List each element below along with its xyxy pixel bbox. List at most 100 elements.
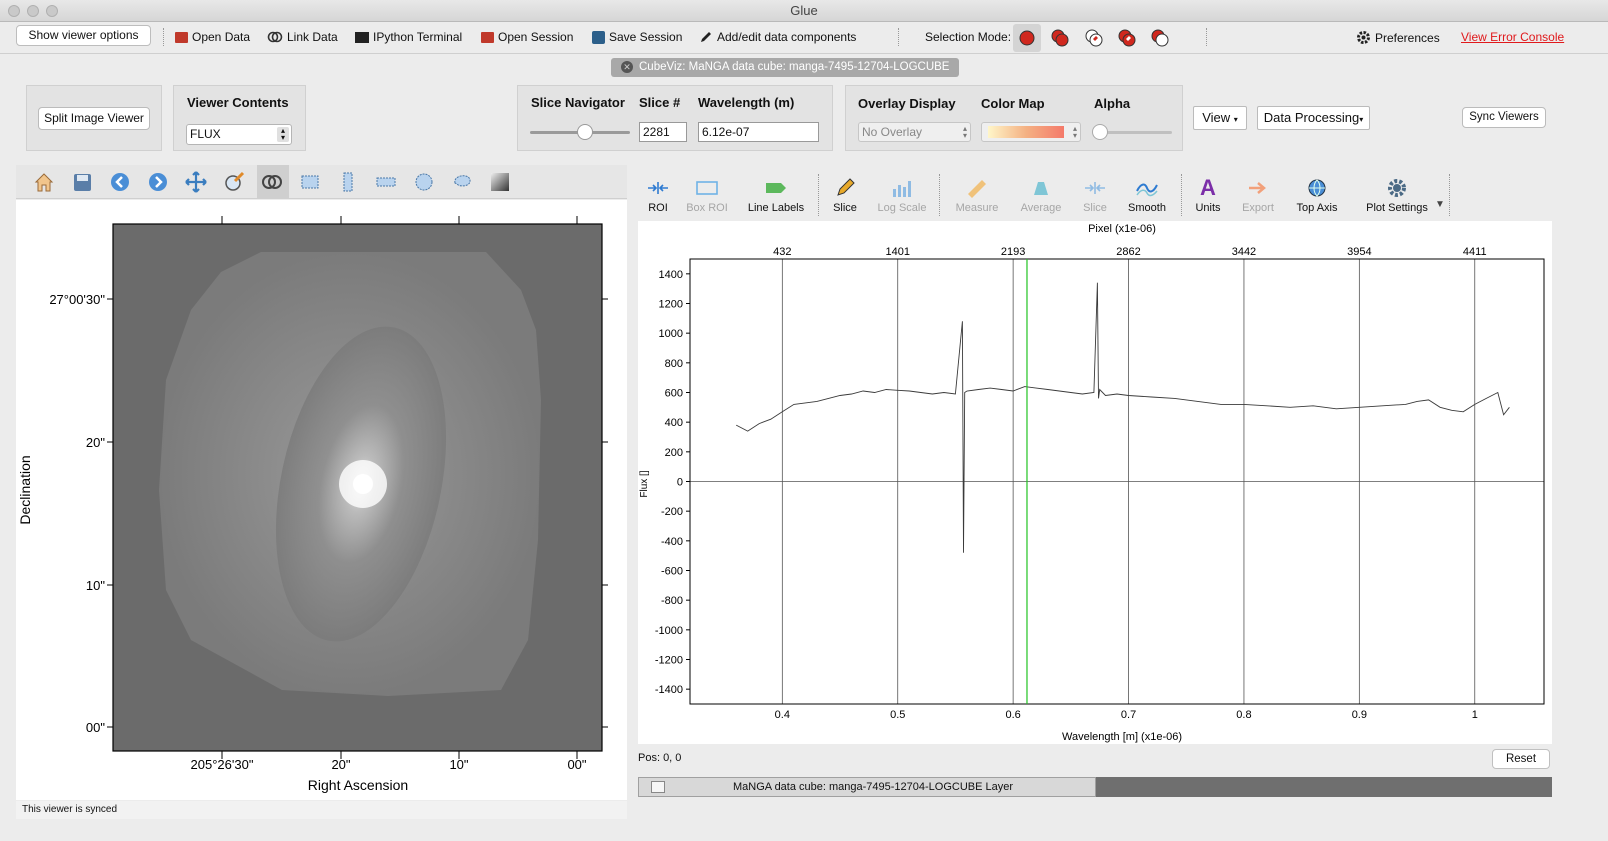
export-tool[interactable]: Export (1238, 177, 1278, 214)
save-session-button[interactable]: Save Session (592, 30, 682, 44)
split-viewer-panel: Split Image Viewer (26, 85, 162, 151)
contrast-icon[interactable] (489, 171, 511, 193)
top-tick-label: 2862 (1116, 246, 1140, 258)
y-tick-label: -800 (661, 595, 683, 607)
plot-settings-tool[interactable]: Plot Settings (1362, 177, 1432, 214)
alpha-label: Alpha (1094, 96, 1131, 111)
forward-icon[interactable] (147, 171, 169, 193)
y-tick-label: 0 (677, 477, 683, 489)
roi-label: ROI (648, 202, 668, 214)
remove-mode-icon[interactable] (1151, 29, 1169, 47)
show-viewer-options-button[interactable]: Show viewer options (16, 25, 151, 46)
measure-tool[interactable]: Measure (952, 177, 1002, 214)
split-image-viewer-button[interactable]: Split Image Viewer (38, 107, 150, 130)
link-icon (267, 31, 283, 43)
rectangle-roi-icon[interactable] (299, 171, 321, 193)
vertical-roi-icon[interactable] (337, 171, 359, 193)
x-tick-label: 0.6 (1005, 709, 1020, 721)
preferences-button[interactable]: Preferences (1356, 30, 1440, 45)
open-session-button[interactable]: Open Session (481, 30, 573, 44)
top-tick-label: 1401 (885, 246, 909, 258)
top-tick-label: 3442 (1232, 246, 1256, 258)
roi-tool[interactable]: ROI (642, 177, 674, 214)
x-tick-label: 0.7 (1121, 709, 1136, 721)
top-axis-tool[interactable]: Top Axis (1292, 177, 1342, 214)
roi-icon (648, 182, 668, 194)
slice-region-tool[interactable]: Slice (1078, 177, 1112, 214)
circle-roi-icon[interactable] (413, 171, 435, 193)
ipython-terminal-button[interactable]: IPython Terminal (355, 30, 462, 44)
top-tick-label: 2193 (1001, 246, 1025, 258)
units-letter-icon: A (1200, 175, 1216, 200)
slice-slider-handle[interactable] (577, 124, 593, 140)
smooth-wave-icon (1136, 183, 1158, 197)
y-tick-label: -1200 (655, 655, 683, 667)
smooth-label: Smooth (1128, 202, 1166, 214)
open-data-button[interactable]: Open Data (175, 30, 250, 44)
pan-icon[interactable] (185, 171, 207, 193)
zoom-edit-icon[interactable] (223, 171, 245, 193)
overlay-display-label: Overlay Display (858, 96, 956, 111)
color-map-select[interactable]: ▴ ▾ (981, 122, 1081, 142)
x-tick-label: 0.4 (775, 709, 790, 721)
window-title: Glue (790, 3, 818, 18)
y-axis-title: Flux [] (639, 470, 650, 497)
wavelength-input[interactable]: 6.12e-07 (698, 122, 819, 142)
cubeviz-tab[interactable]: ✕ CubeViz: MaNGA data cube: manga-7495-1… (611, 58, 959, 77)
y-tick-label: -600 (661, 566, 683, 578)
save-icon[interactable] (71, 171, 93, 193)
reset-button[interactable]: Reset (1492, 749, 1550, 769)
pencil-icon (701, 32, 711, 42)
slice-navigator-label: Slice Navigator (531, 95, 625, 110)
alpha-slider-handle[interactable] (1092, 124, 1108, 140)
home-icon[interactable] (33, 171, 55, 193)
view-error-console-link[interactable]: View Error Console (1461, 30, 1564, 44)
export-label: Export (1242, 202, 1274, 214)
and-mode-icon[interactable] (1085, 29, 1103, 47)
layer-item[interactable]: MaNGA data cube: manga-7495-12704-LOGCUB… (638, 777, 1096, 797)
terminal-icon (355, 31, 369, 43)
y-tick-label: -1400 (655, 684, 683, 696)
replace-mode-icon[interactable] (1018, 29, 1036, 47)
toolbar-separator (1206, 28, 1207, 46)
spectrum-plot[interactable]: 0.4 0.5 0.6 0.7 0.8 0.9 1 432 1401 2193 2862 3442 39… (638, 221, 1552, 744)
lasso-roi-icon[interactable] (451, 171, 473, 193)
globe-icon (1308, 179, 1326, 197)
slice-tool[interactable]: Slice (827, 177, 863, 214)
average-tool[interactable]: Average (1016, 177, 1066, 214)
more-tools-arrow-icon[interactable]: ▼ (1435, 199, 1445, 210)
slice-number-input[interactable]: 2281 (639, 122, 687, 142)
data-processing-menu-button[interactable]: Data Processing▾ (1257, 106, 1370, 130)
top-tick-label: 432 (773, 246, 791, 258)
slice-label: Slice (833, 202, 857, 214)
units-tool[interactable]: A Units (1191, 175, 1225, 214)
ra-tick-label: 00" (567, 757, 586, 772)
slice-number-label: Slice # (639, 95, 681, 110)
image-viewer-plot[interactable]: 27°00'30" 20" 10" 00" 205°26'30" 20" 10"… (16, 200, 627, 800)
link-data-button[interactable]: Link Data (267, 30, 338, 44)
add-edit-components-button[interactable]: Add/edit data components (699, 30, 856, 44)
smooth-tool[interactable]: Smooth (1124, 177, 1170, 214)
overlay-select[interactable]: No Overlay ▴ ▾ (858, 122, 971, 142)
view-menu-button[interactable]: View ▾ (1193, 106, 1247, 130)
folder-icon (481, 31, 494, 43)
image-plot-svg: 27°00'30" 20" 10" 00" 205°26'30" 20" 10"… (17, 216, 608, 793)
back-icon[interactable] (109, 171, 131, 193)
gear-icon (1388, 179, 1406, 197)
or-mode-icon[interactable] (1051, 29, 1069, 47)
line-labels-tool[interactable]: Line Labels (744, 177, 808, 214)
position-readout: Pos: 0, 0 (638, 752, 682, 764)
xor-mode-icon[interactable] (1118, 29, 1136, 47)
overlay-panel: Overlay Display Color Map Alpha No Overl… (845, 85, 1183, 151)
close-tab-icon[interactable]: ✕ (621, 61, 633, 73)
log-scale-tool[interactable]: Log Scale (876, 177, 928, 214)
sync-viewers-button[interactable]: Sync Viewers (1462, 107, 1546, 128)
horizontal-roi-icon[interactable] (375, 171, 397, 193)
export-arrow-icon (1249, 182, 1266, 194)
wavelength-label: Wavelength (m) (698, 95, 795, 110)
viewer-contents-select[interactable]: FLUX ▴ ▾ (186, 124, 292, 145)
folder-icon (175, 31, 188, 43)
box-roi-tool[interactable]: Box ROI (684, 177, 730, 214)
link-circles-icon[interactable] (261, 171, 283, 193)
y-tick-label: 1200 (659, 299, 683, 311)
